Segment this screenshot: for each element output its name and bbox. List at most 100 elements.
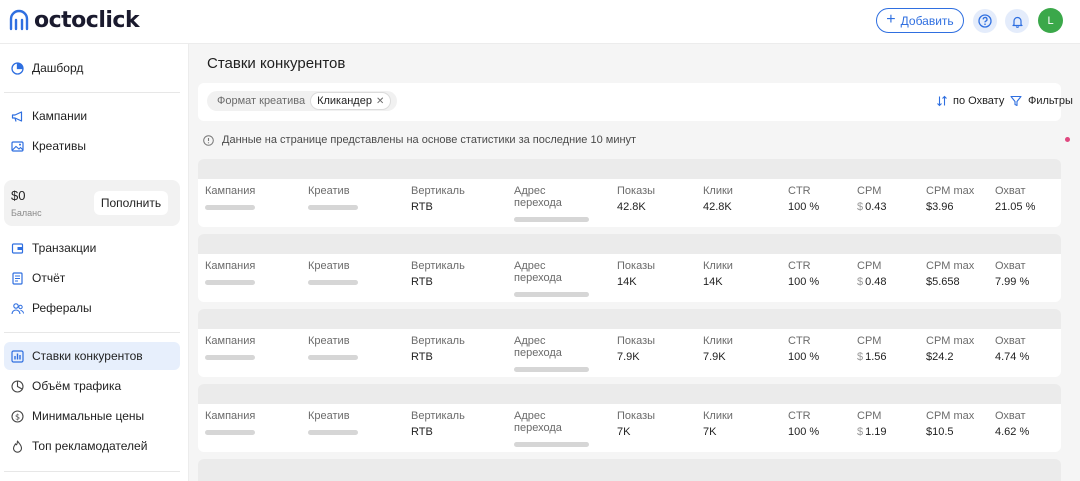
divider [4,332,180,333]
sort-icon [937,95,947,107]
cell-value: $0.43 [857,201,887,213]
column-label: CPM [857,410,882,422]
row-body: Кампания Креатив Вертикаль RTB Адрес пере… [198,404,1061,452]
column-label: Показы [617,185,656,197]
column-label: Вертикаль [411,335,465,347]
help-button[interactable] [973,9,997,33]
table-row[interactable]: Кампания Креатив Вертикаль RTB Адрес пере… [198,309,1061,377]
sidebar-item-top-advertisers[interactable]: Топ рекламодателей [4,432,180,460]
column-label: Показы [617,335,656,347]
column-label: Адрес перехода [514,185,562,209]
image-icon [11,140,24,153]
topup-button[interactable]: Пополнить [94,191,168,215]
filter-chip-value[interactable]: Кликандер ✕ [310,92,392,110]
column-label: CTR [788,410,811,422]
cell-creative: Креатив [308,260,388,285]
column-label: Клики [703,335,733,347]
column-label: Адрес перехода [514,410,562,434]
cell-creative: Креатив [308,410,388,435]
column-label: Адрес перехода [514,260,562,284]
cell-vertical: Вертикаль RTB [411,260,465,288]
pie-chart-icon [11,61,24,75]
redacted-value [205,355,255,360]
add-button[interactable]: + Добавить [876,8,964,33]
column-label: Клики [703,410,733,422]
cell-ctr: CTR 100 % [788,410,819,438]
column-label: Адрес перехода [514,335,562,359]
column-label: Креатив [308,260,350,272]
table-row[interactable]: Кампания Креатив Вертикаль RTB Адрес пере… [198,234,1061,302]
sidebar-item-label: Креативы [32,139,86,153]
sidebar-item-label: Ставки конкурентов [32,349,143,363]
cell-creative: Креатив [308,335,388,360]
logo-text: octoclick [34,7,140,33]
cell-value: $5.658 [926,276,960,288]
column-label: CPM max [926,335,975,347]
cell-url: Адрес перехода [514,335,594,372]
cell-value: 7.9K [703,351,726,363]
sidebar-item-min-prices[interactable]: $ Минимальные цены [4,402,180,430]
column-label: Креатив [308,185,350,197]
column-label: CPM [857,335,882,347]
cell-value: RTB [411,201,433,213]
sidebar-item-dashboard[interactable]: Дашборд [4,54,180,82]
column-label: Охват [995,260,1026,272]
column-label: CTR [788,260,811,272]
cell-impressions: Показы 7K [617,410,655,438]
scrollbar[interactable] [1074,44,1080,481]
row-header-strip [198,309,1061,329]
table-row-partial [198,459,1061,481]
cpm-number: 1.56 [865,351,887,363]
row-body: Кампания Креатив Вертикаль RTB Адрес пере… [198,254,1061,302]
cell-value: $24.2 [926,351,954,363]
redacted-value [308,430,358,435]
column-label: Креатив [308,410,350,422]
cell-value: 42.8K [617,201,646,213]
column-label: Клики [703,260,733,272]
filters-button[interactable]: Фильтры [1010,95,1073,107]
sidebar-item-traffic-volume[interactable]: Объём трафика [4,372,180,400]
info-icon [203,134,214,146]
cell-cpm: CPM $1.56 [857,335,887,363]
notifications-button[interactable] [1005,9,1029,33]
cell-value: $3.96 [926,201,954,213]
bar-chart-icon [11,349,24,363]
sidebar-item-label: Минимальные цены [32,409,145,423]
sidebar-item-label: Кампании [32,109,88,123]
cell-campaign: Кампания [205,185,285,210]
table-row[interactable]: Кампания Креатив Вертикаль RTB Адрес пере… [198,159,1061,227]
bell-icon [1011,16,1023,28]
sidebar-item-label: Объём трафика [32,379,122,393]
cell-campaign: Кампания [205,410,285,435]
cell-ctr: CTR 100 % [788,260,819,288]
divider [4,471,180,472]
filter-chip-creative-format[interactable]: Формат креатива Кликандер ✕ [207,91,398,111]
filters-indicator-dot [1065,137,1070,142]
cell-impressions: Показы 14K [617,260,655,288]
cpm-number: 1.19 [865,426,887,438]
logo[interactable]: octoclick [8,6,140,34]
cell-campaign: Кампания [205,260,285,285]
sidebar-item-report[interactable]: Отчёт [4,264,180,292]
sidebar-item-creatives[interactable]: Креативы [4,132,180,160]
sidebar-item-campaigns[interactable]: Кампании [4,102,180,130]
sidebar-item-transactions[interactable]: Транзакции [4,234,180,262]
octoclick-logo-icon [9,9,29,31]
cell-vertical: Вертикаль RTB [411,335,465,363]
redacted-value [514,367,589,372]
cell-reach: Охват 7.99 % [995,260,1029,288]
cell-cpm-max: CPM max $10.5 [926,410,974,438]
currency-symbol: $ [857,426,864,438]
table-row[interactable]: Кампания Креатив Вертикаль RTB Адрес пере… [198,384,1061,452]
sidebar-item-competitor-bids[interactable]: Ставки конкурентов [4,342,180,370]
sort-button[interactable]: по Охвату [936,95,1004,107]
cell-reach: Охват 21.05 % [995,185,1035,213]
filter-chip-label: Формат креатива [217,95,306,107]
document-icon [11,271,24,285]
avatar[interactable]: L [1038,8,1063,33]
sidebar-item-referrals[interactable]: Рефералы [4,294,180,322]
cpm-number: 0.43 [865,201,887,213]
column-label: Охват [995,335,1026,347]
close-icon[interactable]: ✕ [376,96,384,107]
column-label: CPM [857,260,882,272]
